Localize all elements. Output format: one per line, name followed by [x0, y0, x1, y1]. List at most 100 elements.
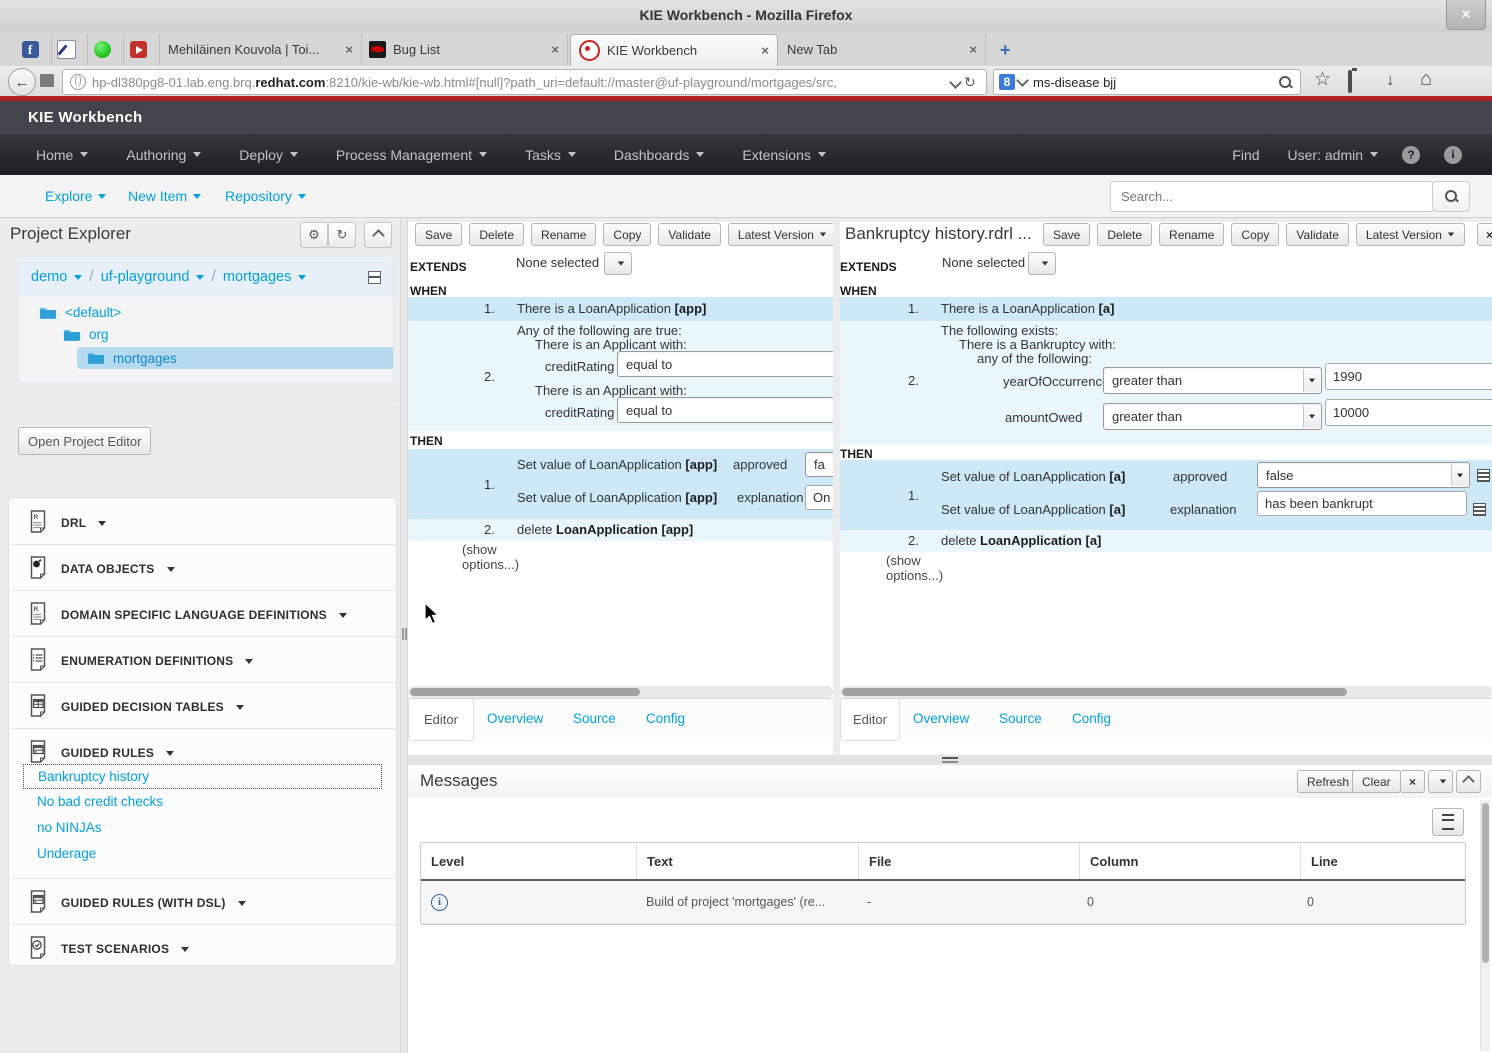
nav-tasks[interactable]: Tasks	[525, 147, 576, 163]
when-row-1[interactable]: 1. There is a LoanApplication [app]	[408, 297, 833, 321]
save-button[interactable]: Save	[415, 223, 462, 246]
explorer-collapse-button[interactable]	[364, 222, 392, 248]
credit-rating-operator-dropdown[interactable]: equal to	[617, 351, 833, 377]
section-drl[interactable]: R DRL	[27, 510, 106, 536]
window-close-button[interactable]: ×	[1446, 0, 1486, 30]
section-enumeration-definitions[interactable]: ENUMERATION DEFINITIONS	[27, 648, 253, 674]
panel-menu-button[interactable]	[1428, 770, 1453, 793]
breadcrumb-module[interactable]: mortgages	[223, 269, 292, 285]
close-panel-button[interactable]: ×	[1477, 223, 1492, 246]
back-button[interactable]: ←	[8, 68, 36, 96]
clear-button[interactable]: Clear	[1352, 770, 1401, 793]
delete-button[interactable]: Delete	[1097, 223, 1152, 246]
workbench-search-button[interactable]	[1432, 181, 1470, 212]
rule-link-bankruptcy-history[interactable]: Bankruptcy history	[23, 764, 382, 789]
when-row-2[interactable]: Any of the following are true: There is …	[408, 321, 833, 431]
extends-select-button[interactable]	[1028, 252, 1056, 275]
pinned-tab-green[interactable]	[88, 34, 124, 65]
bookmarks-menu-icon[interactable]	[1348, 72, 1352, 92]
collapse-tree-icon[interactable]	[368, 271, 381, 284]
explorer-settings-button[interactable]: ⚙	[300, 222, 328, 248]
when-row-2[interactable]: The following exists: There is a Bankrup…	[840, 321, 1492, 445]
explorer-refresh-button[interactable]: ↻	[328, 222, 356, 248]
downloads-icon[interactable]: ↓	[1386, 70, 1395, 90]
year-operator-dropdown[interactable]: greater than	[1103, 367, 1322, 394]
workbench-search-box[interactable]	[1110, 181, 1434, 212]
scrollbar-thumb[interactable]	[842, 688, 1347, 696]
search-icon[interactable]	[1279, 76, 1292, 89]
bookmark-star-icon[interactable]: ☆	[1314, 68, 1331, 91]
breadcrumb-project[interactable]: uf-playground	[101, 269, 190, 285]
rule-link-no-ninjas[interactable]: no NINJAs	[37, 819, 102, 837]
col-level[interactable]: Level	[421, 843, 637, 879]
nav-authoring[interactable]: Authoring	[126, 147, 201, 163]
pinned-tab-facebook[interactable]: f	[16, 34, 52, 65]
url-dropdown-icon[interactable]	[949, 76, 962, 89]
collapse-panel-button[interactable]	[1456, 770, 1481, 793]
tree-item-default[interactable]: <default>	[39, 305, 121, 320]
latest-version-dropdown[interactable]: Latest Version	[1356, 223, 1465, 246]
delete-button[interactable]: Delete	[469, 223, 524, 246]
amount-operator-dropdown[interactable]: greater than	[1103, 403, 1322, 430]
tab-source[interactable]: Source	[573, 711, 616, 726]
browser-search-bar[interactable]: 8	[993, 69, 1301, 95]
explanation-value-input[interactable]	[1257, 491, 1467, 516]
bookmark-grid-icon[interactable]	[40, 74, 54, 87]
tab-kie-workbench[interactable]: KIE Workbench ×	[570, 34, 778, 66]
close-panel-button[interactable]: ×	[1400, 770, 1425, 793]
tab-mehilainen[interactable]: Mehiläinen Kouvola | Toi... ×	[160, 34, 362, 65]
explanation-value-input[interactable]: On	[805, 485, 833, 510]
latest-version-dropdown[interactable]: Latest Version	[728, 223, 833, 246]
nav-dashboards[interactable]: Dashboards	[614, 147, 705, 163]
tab-config[interactable]: Config	[646, 711, 685, 726]
browser-search-input[interactable]	[1027, 75, 1279, 90]
approved-value-dropdown[interactable]: fa	[805, 452, 833, 477]
then-row-1[interactable]: Set value of LoanApplication [a] approve…	[840, 460, 1492, 530]
tab-source[interactable]: Source	[999, 711, 1042, 726]
section-data-objects[interactable]: DATA OBJECTS	[27, 556, 175, 582]
horizontal-scrollbar[interactable]	[840, 686, 1492, 698]
vertical-scrollbar[interactable]	[1480, 800, 1490, 1051]
section-test-scenarios[interactable]: TEST SCENARIOS	[27, 936, 189, 962]
url-bar[interactable]: hp-dl380pg8-01.lab.eng.brq.redhat.com:82…	[62, 69, 987, 95]
help-icon[interactable]: ?	[1402, 146, 1420, 164]
subnav-explore[interactable]: Explore	[45, 188, 106, 204]
validate-button[interactable]: Validate	[658, 223, 720, 246]
new-tab-button[interactable]: +	[1000, 40, 1011, 61]
tab-editor[interactable]: Editor	[408, 699, 474, 741]
rename-button[interactable]: Rename	[1159, 223, 1224, 246]
nav-process-management[interactable]: Process Management	[336, 147, 487, 163]
nav-user[interactable]: User: admin	[1288, 147, 1378, 163]
then-row-1[interactable]: Set value of LoanApplication [app] appro…	[408, 449, 833, 519]
nav-find[interactable]: Find	[1232, 147, 1259, 163]
nav-extensions[interactable]: Extensions	[742, 147, 825, 163]
then-row-2[interactable]: 2. delete LoanApplication [app]	[408, 519, 833, 541]
tab-close-icon[interactable]: ×	[761, 43, 769, 58]
section-dsl-definitions[interactable]: R DOMAIN SPECIFIC LANGUAGE DEFINITIONS	[27, 602, 347, 628]
tab-close-icon[interactable]: ×	[969, 42, 977, 57]
show-options-link[interactable]: (show options...)	[886, 553, 944, 583]
col-line[interactable]: Line	[1301, 843, 1465, 879]
copy-button[interactable]: Copy	[603, 223, 651, 246]
section-guided-rules[interactable]: GUIDED RULES	[27, 740, 174, 766]
pinned-tab-notes[interactable]	[52, 34, 88, 65]
col-text[interactable]: Text	[637, 843, 859, 879]
when-row-1[interactable]: 1. There is a LoanApplication [a]	[840, 297, 1492, 321]
tree-item-mortgages[interactable]: mortgages	[77, 347, 394, 369]
tab-editor[interactable]: Editor	[840, 699, 900, 741]
subnav-repository[interactable]: Repository	[225, 188, 306, 204]
subnav-new-item[interactable]: New Item	[128, 188, 201, 204]
pinned-tab-youtube[interactable]	[124, 34, 160, 65]
rename-button[interactable]: Rename	[531, 223, 596, 246]
year-value-input[interactable]	[1325, 363, 1492, 390]
tab-new-tab[interactable]: New Tab ×	[779, 34, 986, 65]
nav-home[interactable]: Home	[36, 147, 88, 163]
info-icon[interactable]: i	[1444, 146, 1462, 164]
reload-icon[interactable]: ↻	[964, 74, 976, 91]
home-icon[interactable]: ⌂	[1420, 68, 1432, 91]
show-options-link[interactable]: (show options...)	[462, 542, 520, 572]
then-row-2[interactable]: 2. delete LoanApplication [a]	[840, 530, 1492, 552]
tab-overview[interactable]: Overview	[913, 711, 969, 726]
tab-overview[interactable]: Overview	[487, 711, 543, 726]
search-engine-icon[interactable]: 8	[999, 74, 1015, 90]
